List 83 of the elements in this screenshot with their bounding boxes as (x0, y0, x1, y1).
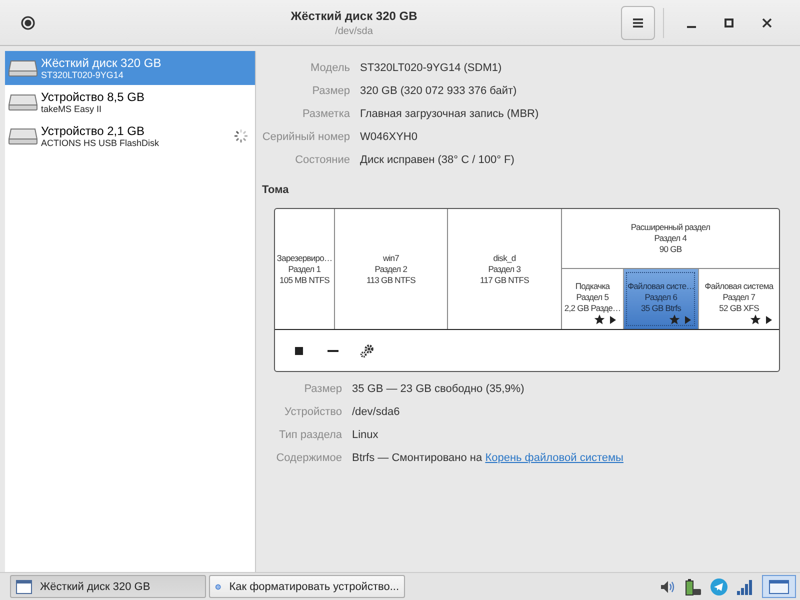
field-label: Модель (310, 61, 350, 76)
taskbar-item[interactable]: Как форматировать устройство... (209, 575, 405, 598)
partition-label: Раздел 2 (374, 264, 408, 274)
partition-label: Раздел 5 (576, 292, 609, 303)
partition-label: 2,2 GB Разде… (564, 303, 621, 314)
disk-item[interactable]: Устройство 2,1 GB ACTIONS HS USB FlashDisk (5, 119, 255, 153)
play-icon (609, 314, 617, 324)
field-label: Размер (311, 84, 350, 99)
window-subtitle: /dev/sda (335, 26, 373, 36)
drive-icon (8, 126, 38, 146)
minimize-icon (686, 26, 696, 28)
field-label: Состояние (294, 153, 350, 168)
drive-icon (8, 58, 38, 78)
disk-name: Устройство 2,1 GB (41, 124, 146, 138)
field-value: Btrfs — Смонтировано на Корень файловой системы (352, 451, 624, 466)
partition-block[interactable]: Файловая систе… Раздел 6 35 GB Btrfs (623, 269, 698, 329)
partition-label: Файловая систе… (628, 281, 694, 292)
window-icon (769, 580, 789, 594)
volume-icon[interactable] (660, 578, 676, 594)
partition-label: Раздел 1 (288, 264, 321, 274)
show-desktop-button[interactable] (762, 575, 796, 598)
partition-label: Раздел 6 (644, 292, 678, 303)
partition-block[interactable]: Файловая система Раздел 7 52 GB XFS (698, 269, 779, 329)
close-icon (762, 18, 772, 28)
field-label: Размер (303, 382, 342, 397)
field-label: Содержимое (275, 451, 342, 466)
disk-model: ST320LT020-9YG14 (41, 70, 124, 80)
field-value: 35 GB — 23 GB свободно (35,9%) (352, 382, 526, 397)
partition-label: 105 MB NTFS (280, 274, 330, 286)
partition-block[interactable]: Зарезервиро… Раздел 1 105 MB NTFS (275, 209, 335, 329)
maximize-icon (724, 18, 734, 28)
field-label: Тип раздела (278, 428, 342, 443)
partition-label: Подкачка (575, 281, 610, 292)
partition-label: Расширенный раздел (630, 222, 710, 233)
field-value: Диск исправен (38° C / 100° F) (360, 153, 516, 168)
partition-label: Файловая система (704, 281, 774, 292)
disk-name: Устройство 8,5 GB (41, 90, 146, 104)
partition-label: Зарезервиро… (276, 252, 332, 264)
field-label: Серийный номер (261, 130, 350, 145)
partition-label: Раздел 4 (654, 233, 687, 244)
field-label: Разметка (301, 107, 350, 122)
partition-label: 113 GB NTFS (366, 274, 416, 286)
gears-icon (359, 342, 375, 358)
partition-label: disk_d (493, 252, 516, 264)
section-heading: Тома (262, 184, 290, 196)
partition-label: 35 GB Btrfs (640, 303, 682, 314)
star-icon (594, 314, 605, 325)
window-title: Жёсткий диск 320 GB (290, 8, 418, 22)
play-icon (684, 314, 692, 324)
signal-icon[interactable] (736, 578, 754, 596)
partition-label: 117 GB NTFS (480, 274, 529, 286)
menu-button[interactable] (621, 6, 655, 40)
play-icon (765, 314, 773, 324)
mount-point-link[interactable]: Корень файловой системы (485, 452, 624, 464)
field-label: Устройство (283, 405, 342, 420)
disk-item[interactable]: Устройство 8,5 GB takeMS Easy II (5, 85, 255, 119)
partition-block[interactable]: disk_d Раздел 3 117 GB NTFS (448, 209, 562, 329)
battery-icon[interactable] (684, 578, 702, 596)
field-value: ST320LT020-9YG14 (SDM1) (360, 61, 503, 76)
partition-label: Раздел 7 (722, 292, 756, 303)
field-value: /dev/sda6 (352, 405, 401, 420)
disk-model: takeMS Easy II (41, 104, 103, 114)
disk-name: Жёсткий диск 320 GB (41, 56, 162, 70)
field-value: Linux (352, 428, 380, 443)
partition-block[interactable]: win7 Раздел 2 113 GB NTFS (335, 209, 448, 329)
taskbar-item[interactable]: Жёсткий диск 320 GB (10, 575, 206, 598)
star-icon (669, 314, 680, 325)
field-value: Главная загрузочная запись (MBR) (360, 107, 540, 122)
telegram-icon[interactable] (710, 578, 728, 596)
field-value: 320 GB (320 072 933 376 байт) (360, 84, 518, 99)
partition-label: win7 (382, 252, 400, 264)
disk-model: ACTIONS HS USB FlashDisk (41, 138, 160, 148)
partition-block[interactable]: Подкачка Раздел 5 2,2 GB Разде… (562, 269, 623, 329)
window-icon (16, 580, 32, 594)
stop-icon (294, 346, 304, 356)
partition-label: Раздел 3 (488, 264, 521, 274)
partition-label: 52 GB XFS (719, 303, 759, 314)
record-icon[interactable] (21, 16, 35, 30)
field-value: W046XYH0 (360, 130, 418, 145)
drive-icon (8, 92, 38, 112)
partition-label: 90 GB (659, 244, 682, 255)
menu-icon (632, 16, 644, 28)
star-icon (750, 314, 761, 325)
